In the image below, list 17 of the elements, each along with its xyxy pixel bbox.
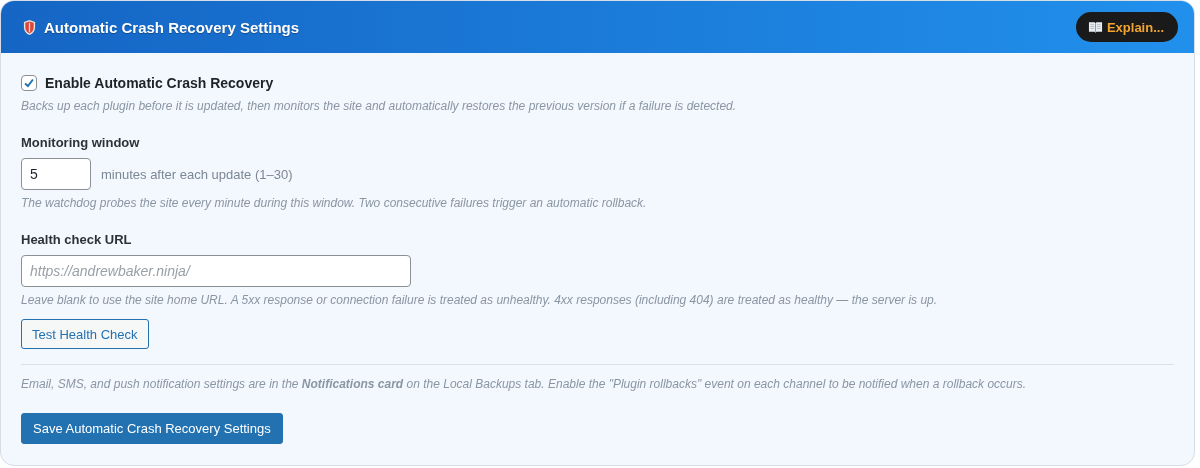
description: The watchdog probes the site every minute during this window. Two consecutive failures trigger an automatic rollback. <box>21 196 648 210</box>
explain-button[interactable]: Explain... <box>1075 12 1178 42</box>
number-field[interactable]: 5 <box>21 158 91 190</box>
description: Leave blank to use the site home URL. A 5xx response or connection failure is treated as unhealthy. 4xx responses (including 404) are treated as healthy — the server is up. <box>21 293 939 307</box>
checkbox-label: Enable Automatic Crash Recovery <box>45 75 274 91</box>
card-title: Automatic Crash Recovery Settings <box>44 18 300 36</box>
enable-checkbox[interactable] <box>21 75 37 91</box>
field-label: Monitoring window <box>21 135 141 150</box>
save-button[interactable]: Save Automatic Crash Recovery Settings <box>21 413 283 444</box>
description: Backs up each plugin before it is updated, then monitors the site and automatically restores the previous version if a failure is detected. <box>21 99 738 113</box>
test-button[interactable]: Test Health Check <box>21 319 149 349</box>
field-suffix: minutes after each update (1–30) <box>101 166 293 182</box>
shield-icon <box>23 18 36 36</box>
book-icon <box>1087 21 1103 33</box>
url-field[interactable]: https://andrewbaker.ninja/ <box>21 255 411 287</box>
notification-note: Email, SMS, and push notification settings are in the Notifications card on the Local Backups tab. Enable the "Plugin rollbacks" event on each channel to be notified when a rollback occurs. <box>21 377 1028 391</box>
field-label: Health check URL <box>21 232 133 247</box>
